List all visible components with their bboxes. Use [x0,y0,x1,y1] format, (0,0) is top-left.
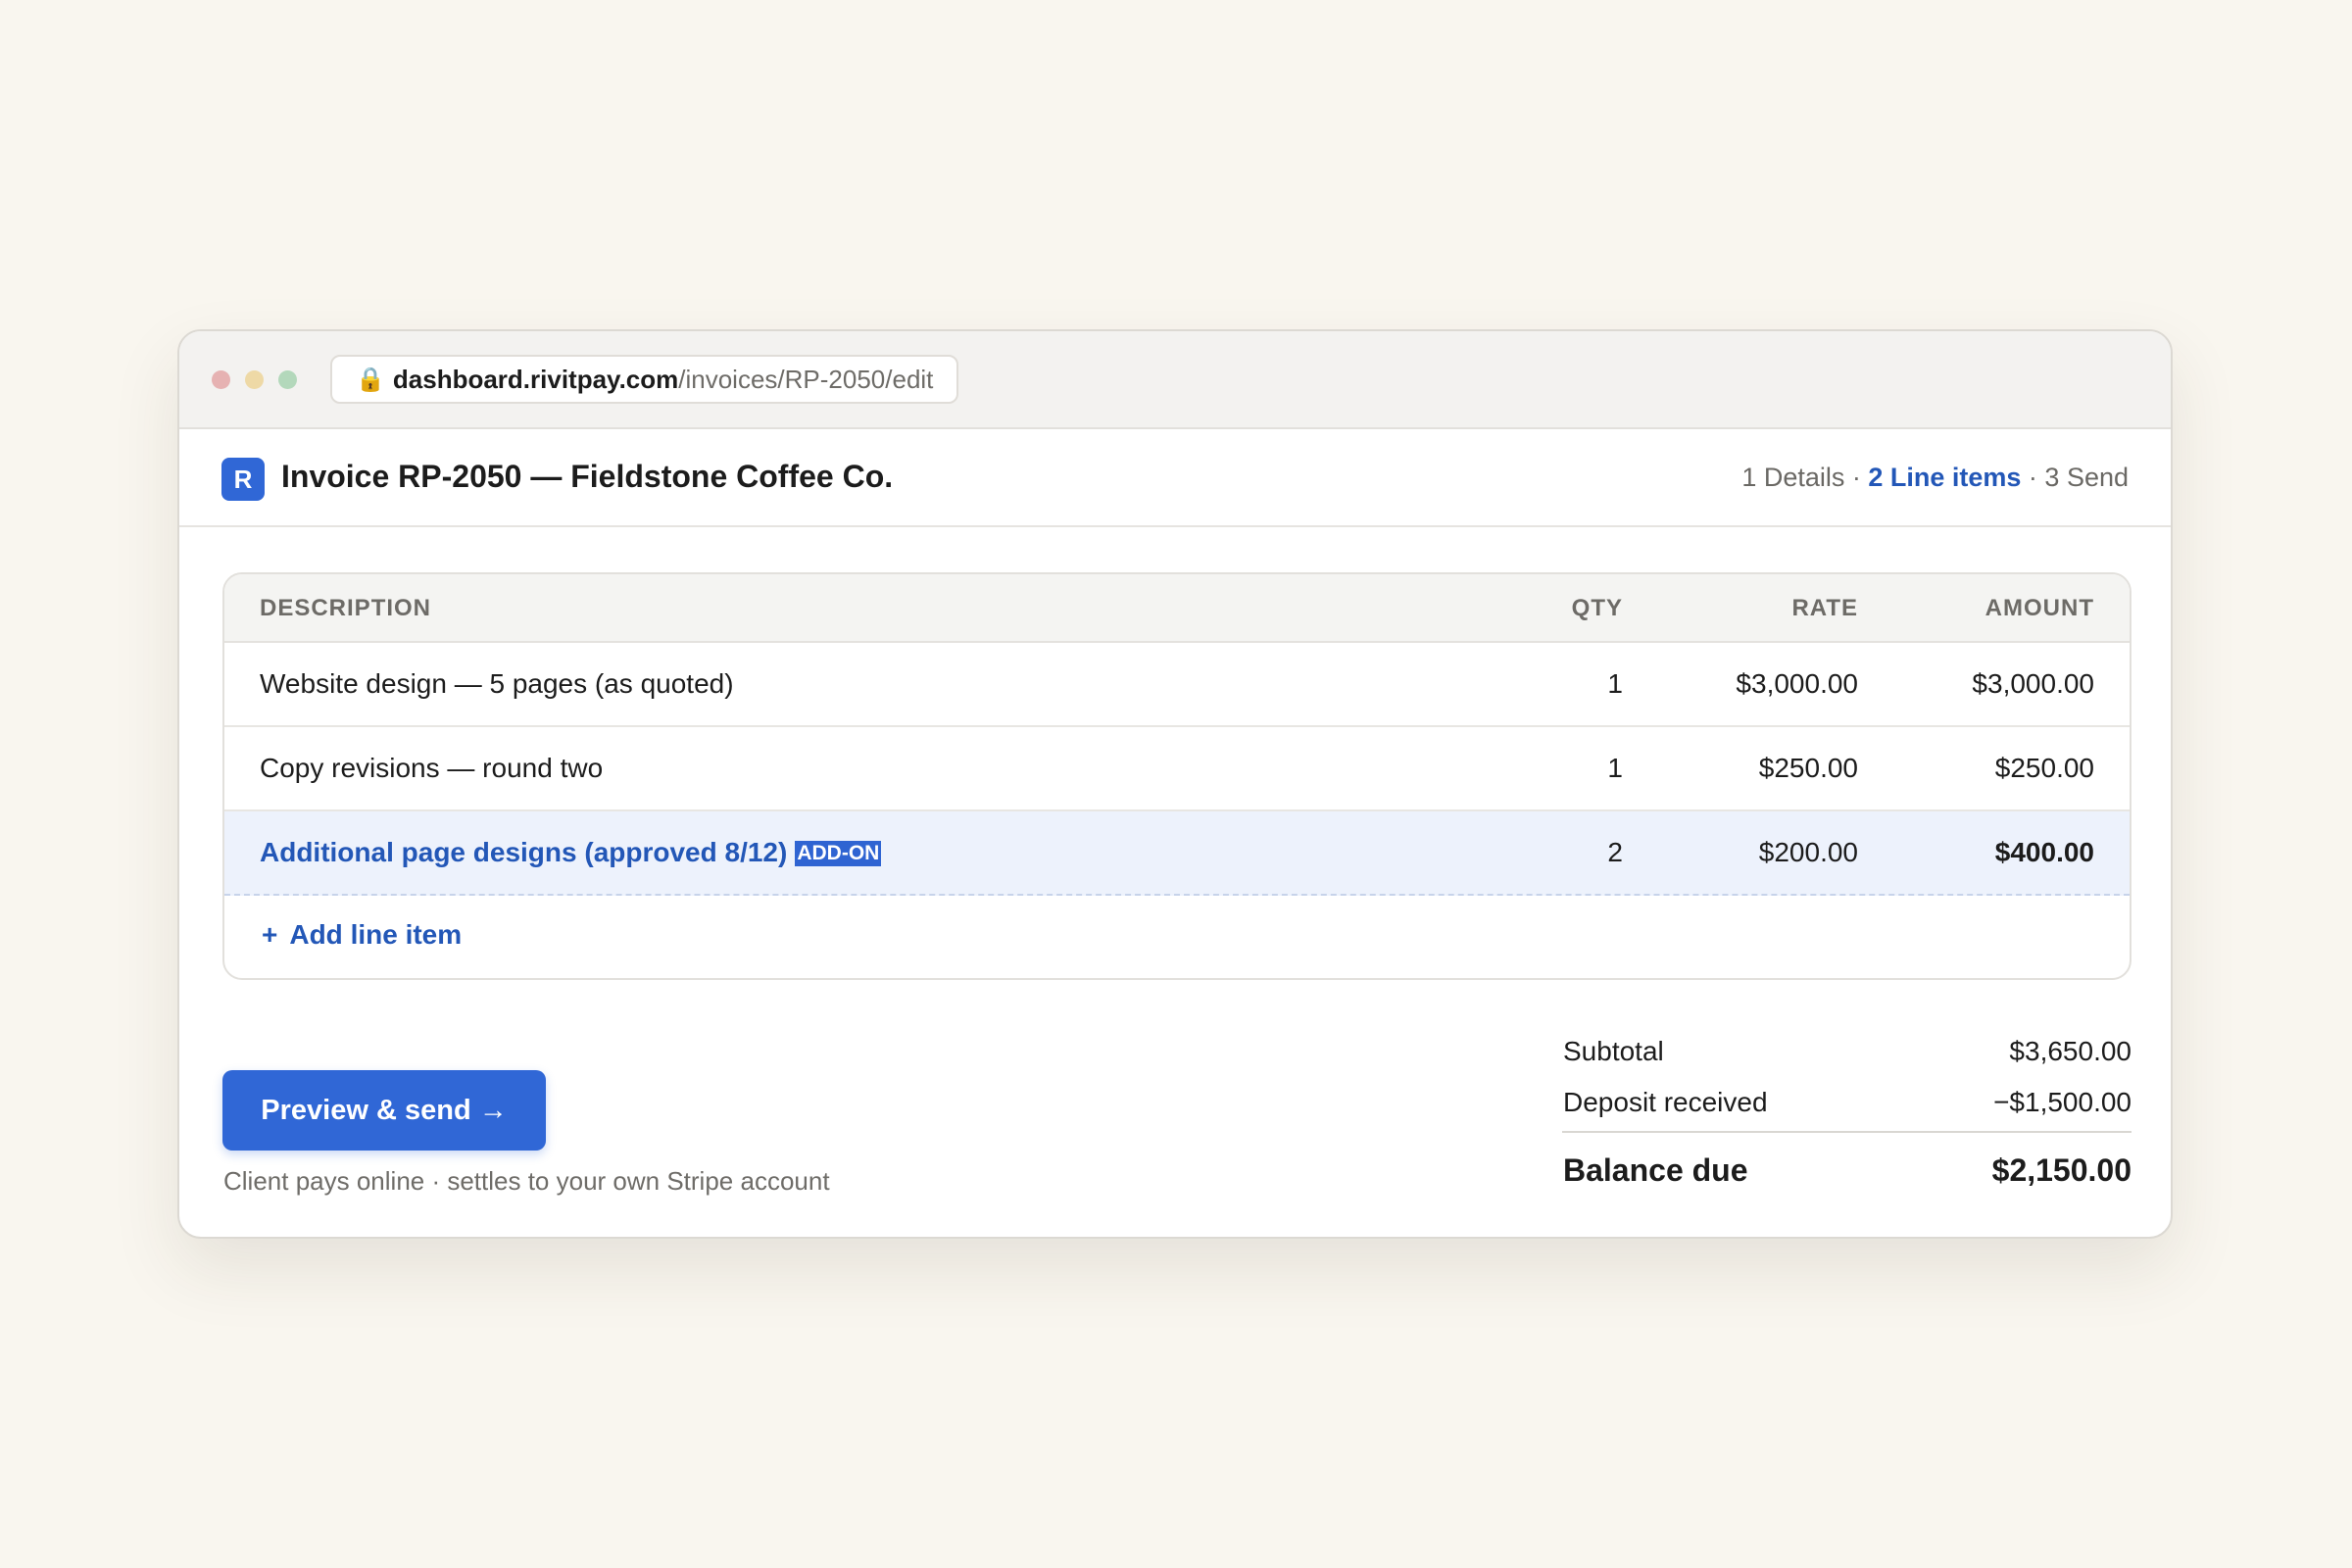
row-amount: $250.00 [1994,753,2094,783]
url-path: /invoices/RP-2050/edit [678,364,934,394]
line-items-table: DESCRIPTION QTY RATE AMOUNT Website desi… [222,572,2132,980]
row-description: Additional page designs (approved 8/12) [260,837,788,867]
row-description: Website design — 5 pages (as quoted) [260,668,734,699]
add-line-item-row: + Add line item [224,896,2130,978]
window-maximize-dot[interactable] [278,370,297,389]
header-amount: AMOUNT [1984,595,2094,621]
row-description-cell: Additional page designs (approved 8/12) A… [260,837,882,868]
row-qty: 1 [1607,668,1623,699]
table-row-addon[interactable]: Additional page designs (approved 8/12) A… [224,811,2130,896]
url-host: dashboard.rivitpay.com [392,364,679,394]
add-line-item-label: Add line item [289,919,463,950]
row-rate: $250.00 [1758,753,1858,783]
browser-chrome: 🔒 dashboard.rivitpay.com/invoices/RP-205… [179,331,2171,429]
row-amount: $3,000.00 [1972,668,2094,699]
row-qty: 1 [1607,753,1623,783]
subtotal-row: Subtotal $3,650.00 [1562,1027,2132,1078]
page-title: Invoice RP-2050 — Fieldstone Coffee Co. [281,459,894,494]
subtotal-label: Subtotal [1563,1036,1664,1066]
window-close-dot[interactable] [212,370,230,389]
row-rate: $200.00 [1758,837,1858,867]
header-qty: QTY [1571,595,1623,621]
subtotal-value: $3,650.00 [2009,1036,2132,1066]
preview-send-button[interactable]: Preview & send → [222,1070,546,1151]
step-send[interactable]: 3 Send [2044,463,2129,492]
browser-window: 🔒 dashboard.rivitpay.com/invoices/RP-205… [177,329,2173,1239]
lock-icon: 🔒 [356,366,385,393]
plus-icon: + [262,919,278,950]
deposit-row: Deposit received −$1,500.00 [1562,1078,2132,1129]
step-line-items[interactable]: 2 Line items [1868,463,2021,492]
step-indicator: 1 Details · 2 Line items · 3 Send [1741,463,2129,493]
header-description: DESCRIPTION [260,595,432,621]
table-row[interactable]: Copy revisions — round two 1 $250.00 $25… [224,727,2130,811]
step-separator: · [1844,463,1869,492]
row-qty: 2 [1607,837,1623,867]
balance-value: $2,150.00 [1991,1152,2132,1188]
app-logo: R [221,458,265,501]
table-row[interactable]: Website design — 5 pages (as quoted) 1 $… [224,643,2130,727]
app-header: R Invoice RP-2050 — Fieldstone Coffee Co… [179,429,2171,527]
payment-footnote: Client pays online · settles to your own… [223,1166,830,1196]
table-header: DESCRIPTION QTY RATE AMOUNT [224,574,2130,643]
deposit-value: −$1,500.00 [1993,1087,2132,1117]
add-line-item-button[interactable]: + Add line item [262,919,462,951]
step-separator: · [2021,463,2045,492]
window-minimize-dot[interactable] [245,370,264,389]
balance-label: Balance due [1563,1152,1748,1188]
balance-row: Balance due $2,150.00 [1562,1133,2132,1200]
row-rate: $3,000.00 [1736,668,1858,699]
deposit-label: Deposit received [1563,1087,1768,1117]
row-description: Copy revisions — round two [260,753,604,783]
address-bar[interactable]: 🔒 dashboard.rivitpay.com/invoices/RP-205… [330,355,959,404]
addon-badge: ADD-ON [795,841,882,866]
row-amount: $400.00 [1994,837,2094,867]
step-details[interactable]: 1 Details [1741,463,1844,492]
totals-summary: Subtotal $3,650.00 Deposit received −$1,… [1562,1027,2132,1200]
header-rate: RATE [1791,595,1858,621]
